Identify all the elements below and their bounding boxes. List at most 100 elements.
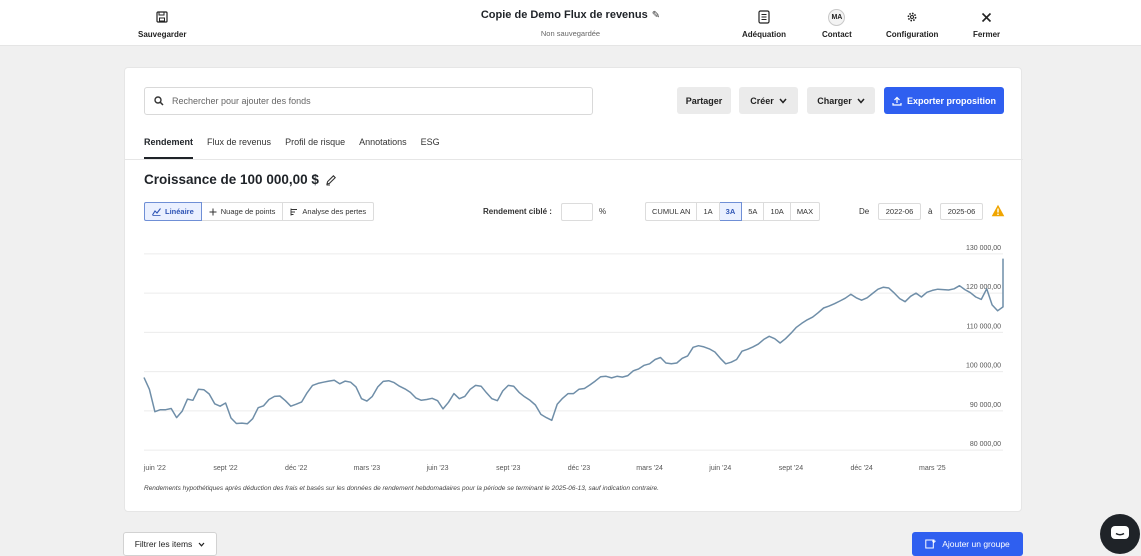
target-return-input[interactable] — [561, 203, 593, 221]
close-button[interactable]: Fermer — [973, 8, 1000, 39]
chevron-down-icon — [198, 542, 205, 547]
chat-icon — [1111, 526, 1129, 539]
tab-bar: Rendement Flux de revenus Profil de risq… — [144, 137, 440, 159]
configuration-label: Configuration — [886, 30, 939, 39]
load-label: Charger — [817, 95, 852, 106]
x-tick-label: juin '23 — [426, 465, 449, 472]
configuration-button[interactable]: Configuration — [886, 8, 938, 39]
period-10a[interactable]: 10A — [764, 202, 791, 221]
period-cumul-an[interactable]: CUMUL AN — [645, 202, 698, 221]
chevron-down-icon — [857, 98, 865, 104]
tab-label: Flux de revenus — [207, 137, 272, 147]
filter-label: Filtrer les items — [134, 539, 193, 549]
search-icon — [154, 96, 164, 106]
date-to-label: à — [928, 207, 933, 216]
x-tick-label: juin '24 — [708, 465, 731, 472]
tab-flux-de-revenus[interactable]: Flux de revenus — [207, 137, 271, 159]
x-tick-label: sept '23 — [496, 465, 520, 472]
fund-search[interactable] — [144, 87, 593, 115]
close-label: Fermer — [973, 30, 1001, 39]
plus-icon — [209, 208, 217, 215]
growth-title-text: Croissance de 100 000,00 $ — [144, 172, 319, 187]
y-tick-label: 100 000,00 — [966, 363, 1001, 370]
tab-label: Rendement — [144, 137, 194, 147]
contact-button[interactable]: MA Contact — [822, 8, 852, 39]
share-button[interactable]: Partager — [677, 87, 731, 114]
load-button[interactable]: Charger — [807, 87, 875, 114]
y-tick-label: 110 000,00 — [966, 323, 1001, 330]
mode-label: Analyse des pertes — [302, 207, 367, 216]
chart-mode-selector: Linéaire Nuage de points Analyse des per… — [144, 202, 375, 221]
warning-icon[interactable] — [991, 204, 1005, 217]
x-tick-label: déc '23 — [568, 465, 590, 472]
period-3a[interactable]: 3A — [719, 202, 743, 221]
target-return-unit: % — [599, 207, 607, 216]
create-button[interactable]: Créer — [739, 87, 798, 114]
x-tick-label: déc '22 — [285, 465, 307, 472]
chevron-down-icon — [779, 98, 787, 104]
mode-analyse-des-pertes[interactable]: Analyse des pertes — [283, 202, 375, 221]
save-status: Non sauvegardée — [540, 29, 601, 38]
mode-label: Nuage de points — [220, 207, 276, 216]
document-icon — [758, 10, 770, 24]
close-icon — [981, 12, 992, 22]
target-return-label: Rendement ciblé : — [483, 207, 552, 216]
search-input[interactable] — [172, 96, 572, 106]
pencil-icon[interactable]: ✎ — [652, 10, 660, 21]
tab-label: Annotations — [359, 137, 407, 147]
period-label: 5A — [748, 207, 758, 216]
document-title[interactable]: Copie de Demo Flux de revenus ✎ — [0, 9, 1141, 21]
tabs-divider — [125, 159, 1023, 160]
adequation-button[interactable]: Adéquation — [742, 8, 786, 39]
tab-esg[interactable]: ESG — [421, 137, 440, 159]
y-tick-label: 130 000,00 — [966, 245, 1001, 252]
y-tick-label: 90 000,00 — [970, 402, 1001, 409]
create-label: Créer — [750, 95, 774, 106]
x-tick-label: juin '22 — [143, 465, 166, 472]
share-label: Partager — [685, 95, 723, 106]
tab-profil-de-risque[interactable]: Profil de risque — [285, 137, 345, 159]
tab-rendement[interactable]: Rendement — [144, 137, 194, 159]
x-tick-label: mars '25 — [919, 465, 946, 472]
tab-label: Profil de risque — [285, 137, 346, 147]
contact-label: Contact — [822, 30, 852, 39]
date-to-input[interactable]: 2025-06 — [940, 203, 983, 220]
document-title-text: Copie de Demo Flux de revenus — [480, 9, 648, 21]
add-group-button[interactable]: Ajouter un groupe — [912, 532, 1023, 556]
pencil-icon[interactable] — [325, 174, 337, 186]
series-line[interactable] — [143, 258, 1004, 425]
avatar: MA — [828, 8, 846, 26]
bars-icon — [290, 208, 298, 215]
mode-lineaire[interactable]: Linéaire — [144, 202, 202, 221]
period-label: CUMUL AN — [652, 207, 691, 216]
adequation-label: Adéquation — [742, 30, 786, 39]
mode-nuage-de-points[interactable]: Nuage de points — [201, 202, 284, 221]
y-tick-label: 120 000,00 — [966, 284, 1001, 291]
line-chart-icon — [152, 207, 161, 216]
period-max[interactable]: MAX — [790, 202, 821, 221]
chat-button[interactable] — [1100, 514, 1140, 554]
export-proposal-button[interactable]: Exporter proposition — [884, 87, 1004, 114]
add-folder-icon — [925, 539, 936, 549]
period-label: MAX — [796, 207, 814, 216]
tab-label: ESG — [420, 137, 440, 147]
period-1a[interactable]: 1A — [697, 202, 720, 221]
upload-icon — [892, 96, 902, 106]
date-from-label: De — [859, 207, 870, 216]
add-group-label: Ajouter un groupe — [942, 539, 1010, 549]
x-tick-label: sept '24 — [779, 465, 803, 472]
date-from-input[interactable]: 2022-06 — [878, 203, 921, 220]
growth-title: Croissance de 100 000,00 $ — [144, 172, 337, 187]
period-label: 10A — [770, 207, 784, 216]
x-tick-label: déc '24 — [850, 465, 872, 472]
period-5a[interactable]: 5A — [742, 202, 765, 221]
export-label: Exporter proposition — [906, 95, 996, 106]
x-tick-label: sept '22 — [213, 465, 237, 472]
mode-label: Linéaire — [165, 207, 194, 216]
tab-annotations[interactable]: Annotations — [359, 137, 407, 159]
gear-icon — [907, 12, 917, 22]
top-bar: Sauvegarder Copie de Demo Flux de revenu… — [0, 0, 1141, 46]
period-label: 1A — [703, 207, 713, 216]
filter-items-button[interactable]: Filtrer les items — [123, 532, 217, 556]
x-tick-label: mars '23 — [354, 465, 381, 472]
